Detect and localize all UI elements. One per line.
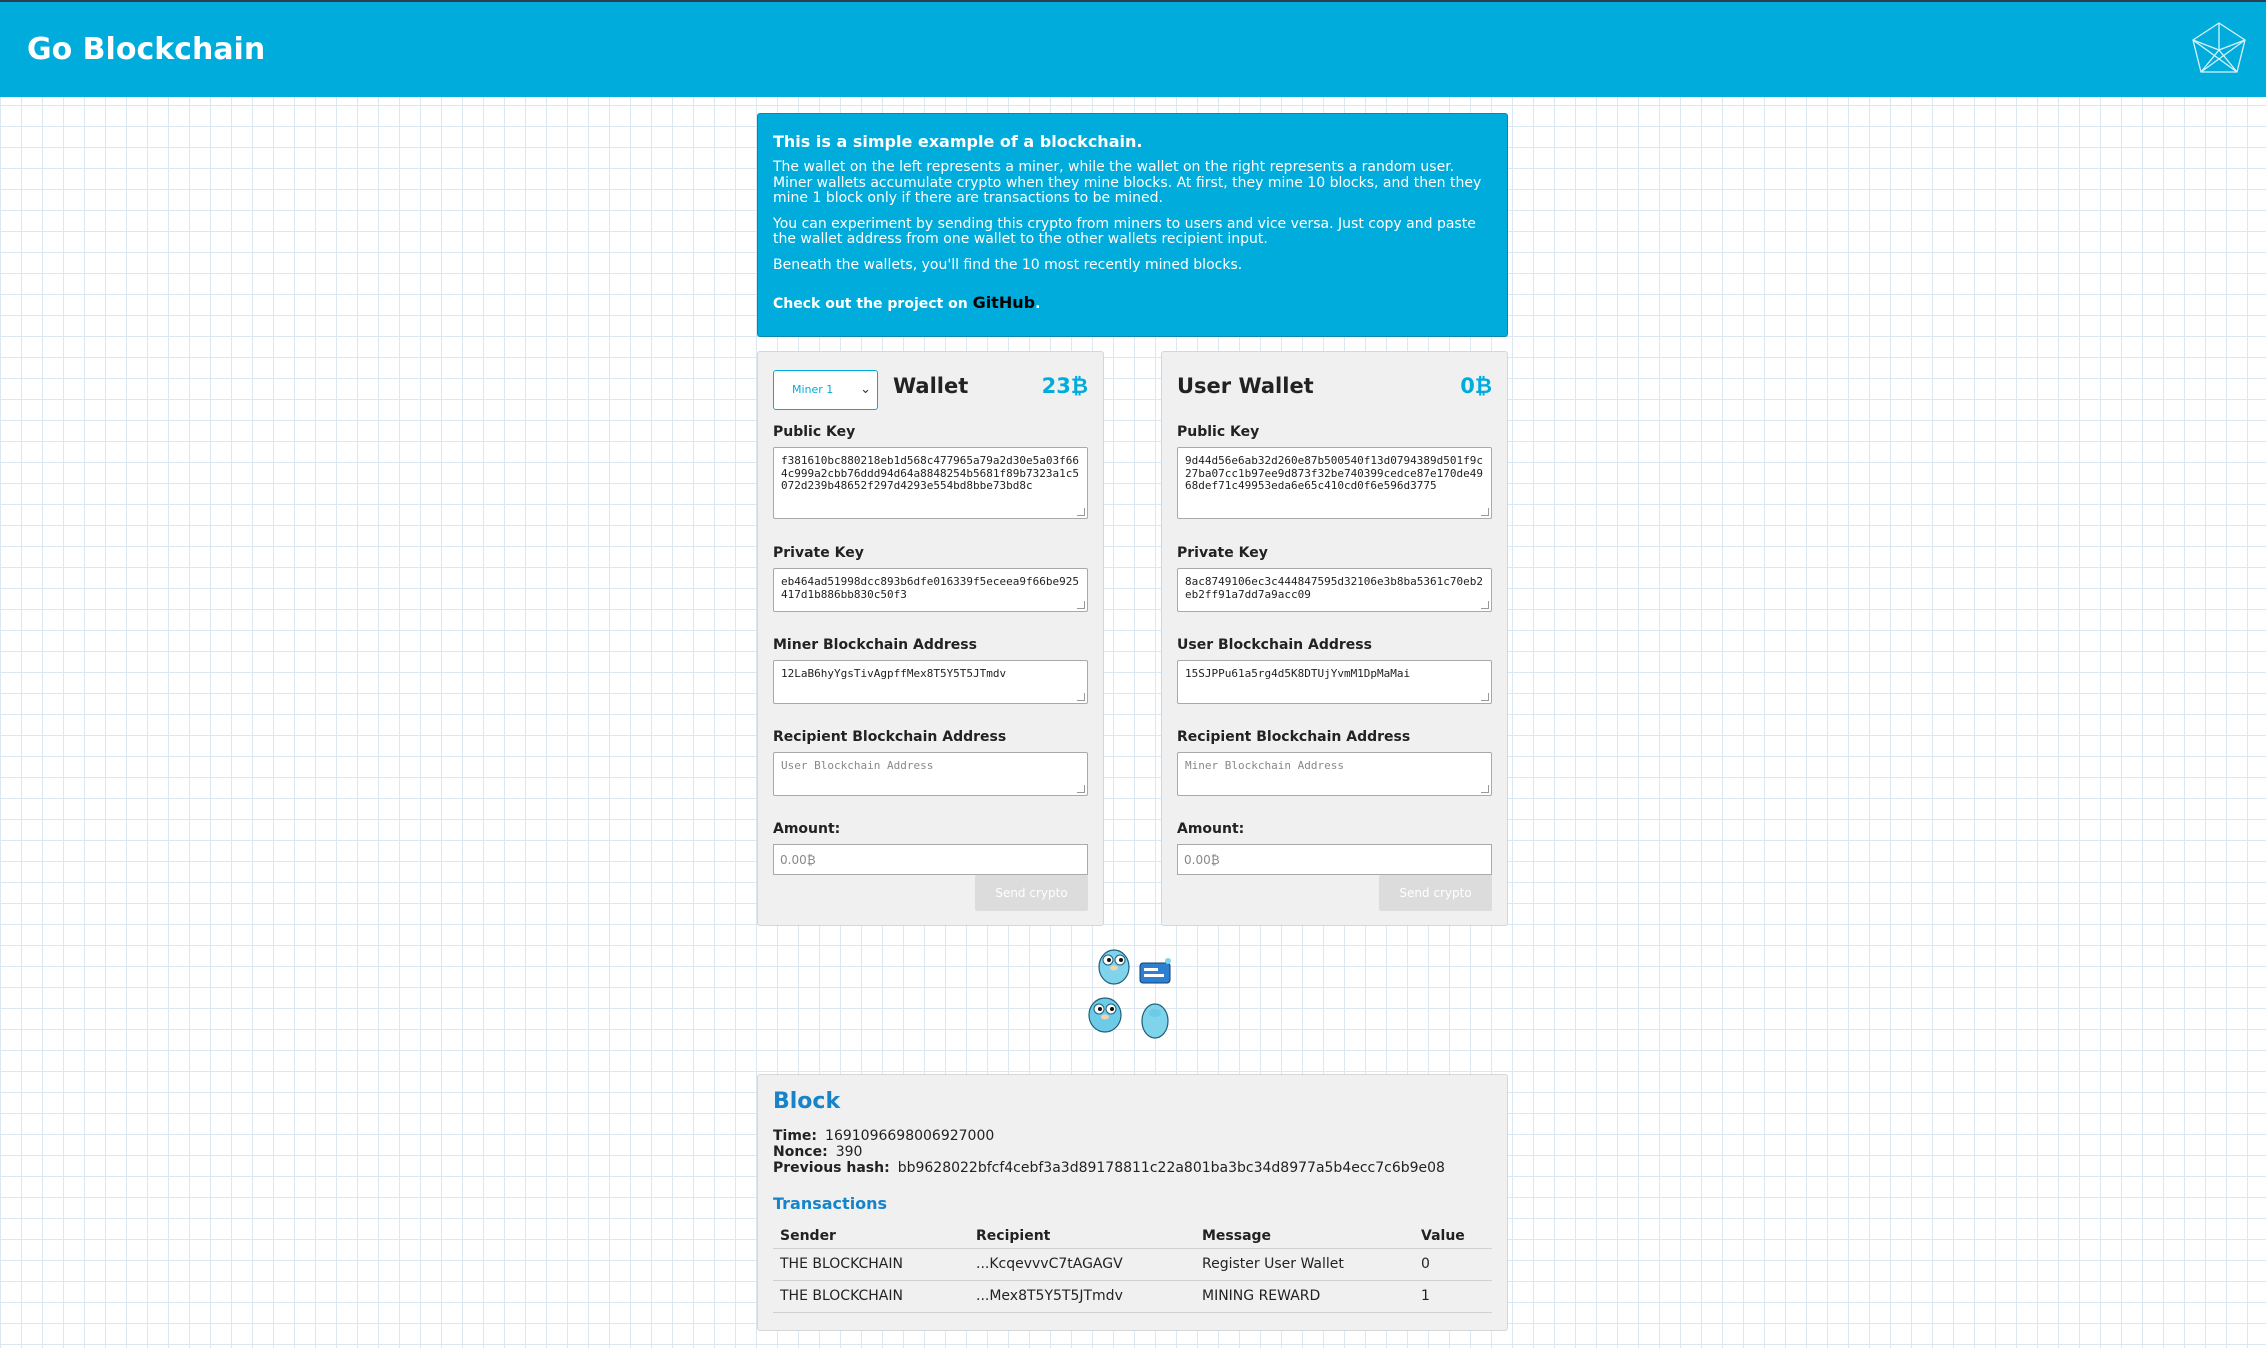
miner-wallet-balance: 23₿ xyxy=(1041,374,1088,398)
block-nonce-row: Nonce: 390 xyxy=(773,1144,1492,1160)
user-amount-field[interactable]: 0.00₿ xyxy=(1177,844,1492,875)
tx-sender: THE BLOCKCHAIN xyxy=(773,1280,969,1313)
miner-wallet-title: Wallet xyxy=(893,374,969,398)
user-public-key-field[interactable]: 9d44d56e6ab32d260e87b500540f13d0794389d5… xyxy=(1177,447,1492,519)
table-row: THE BLOCKCHAIN ...Mex8T5Y5T5JTmdv MINING… xyxy=(773,1280,1492,1313)
user-private-key-label: Private Key xyxy=(1177,545,1268,561)
user-private-key-field[interactable]: 8ac8749106ec3c444847595d32106e3b8ba5361c… xyxy=(1177,568,1492,612)
user-recipient-label: Recipient Blockchain Address xyxy=(1177,729,1411,745)
github-link[interactable]: GitHub xyxy=(973,293,1036,312)
miner-address-field[interactable]: 12LaB6hyYgsTivAgpffMex8T5Y5T5JTmdv xyxy=(773,660,1088,704)
block-title: Block xyxy=(773,1089,841,1114)
block-prev-hash-value: bb9628022bfcf4cebf3a3d89178811c22a801ba3… xyxy=(897,1160,1445,1176)
miner-selector[interactable]: Miner 1 ⌄ xyxy=(773,370,878,410)
miner-wallet-card: Miner 1 ⌄ Wallet 23₿ Public Key f381610b… xyxy=(757,351,1104,926)
tx-message: Register User Wallet xyxy=(1195,1248,1414,1281)
gopher-mascot-icon xyxy=(1088,949,1171,1039)
column-header-sender: Sender xyxy=(773,1225,969,1249)
brand-title[interactable]: Go Blockchain xyxy=(27,32,265,67)
miner-public-key-label: Public Key xyxy=(773,424,856,440)
intro-paragraph-2: You can experiment by sending this crypt… xyxy=(773,215,1476,247)
intro-panel: This is a simple example of a blockchain… xyxy=(757,113,1508,337)
miner-wallet-header: Miner 1 ⌄ Wallet 23₿ xyxy=(773,352,1088,424)
miner-recipient-field[interactable]: User Blockchain Address xyxy=(773,752,1088,796)
top-navbar: Go Blockchain xyxy=(0,0,2266,97)
block-prev-hash-row: Previous hash: bb9628022bfcf4cebf3a3d8917… xyxy=(773,1160,1492,1176)
tx-recipient: ...Mex8T5Y5T5JTmdv xyxy=(969,1280,1195,1313)
intro-paragraph-3: Beneath the wallets, you'll find the 10 … xyxy=(773,256,1243,273)
tx-message: MINING REWARD xyxy=(1195,1280,1414,1313)
user-address-label: User Blockchain Address xyxy=(1177,637,1372,653)
github-suffix: . xyxy=(1035,296,1041,312)
miner-private-key-label: Private Key xyxy=(773,545,864,561)
miner-recipient-label: Recipient Blockchain Address xyxy=(773,729,1007,745)
table-row: THE BLOCKCHAIN ...KcqevvvC7tAGAGV Regist… xyxy=(773,1248,1492,1281)
block-time-label: Time: xyxy=(773,1128,818,1144)
github-prefix: Check out the project on xyxy=(773,296,973,312)
cube-outline-icon xyxy=(2192,22,2246,73)
tx-value: 1 xyxy=(1414,1280,1492,1313)
column-header-message: Message xyxy=(1195,1225,1414,1249)
user-wallet-card: User Wallet 0₿ Public Key 9d44d56e6ab32d… xyxy=(1161,351,1508,926)
user-wallet-title: User Wallet xyxy=(1177,374,1314,398)
user-send-crypto-button[interactable]: Send crypto xyxy=(1379,875,1492,911)
transactions-title: Transactions xyxy=(773,1194,888,1213)
miner-private-key-field[interactable]: eb464ad51998dcc893b6dfe016339f5eceea9f66… xyxy=(773,568,1088,612)
user-public-key-label: Public Key xyxy=(1177,424,1260,440)
chevron-down-icon: ⌄ xyxy=(860,382,871,397)
user-wallet-balance: 0₿ xyxy=(1460,374,1492,398)
block-time-row: Time: 1691096698006927000 xyxy=(773,1128,1492,1144)
block-nonce-label: Nonce: xyxy=(773,1144,828,1160)
transactions-table: Sender Recipient Message Value THE BLOCK… xyxy=(773,1225,1492,1313)
tx-sender: THE BLOCKCHAIN xyxy=(773,1248,969,1281)
miner-selector-value: Miner 1 xyxy=(792,383,834,396)
block-card: Block Time: 1691096698006927000 Nonce: 390… xyxy=(757,1074,1508,1331)
user-amount-label: Amount: xyxy=(1177,821,1245,837)
user-wallet-header: User Wallet 0₿ xyxy=(1177,352,1492,424)
user-recipient-field[interactable]: Miner Blockchain Address xyxy=(1177,752,1492,796)
github-line: Check out the project on GitHub. xyxy=(773,295,1492,313)
column-header-recipient: Recipient xyxy=(969,1225,1195,1249)
miner-address-label: Miner Blockchain Address xyxy=(773,637,977,653)
intro-paragraph-1: The wallet on the left represents a mine… xyxy=(773,159,1482,206)
block-prev-hash-label: Previous hash: xyxy=(773,1160,890,1176)
user-address-field[interactable]: 15SJPPu61a5rg4d5K8DTUjYvmM1DpMaMai xyxy=(1177,660,1492,704)
tx-value: 0 xyxy=(1414,1248,1492,1281)
column-header-value: Value xyxy=(1414,1225,1492,1249)
tx-recipient: ...KcqevvvC7tAGAGV xyxy=(969,1248,1195,1281)
block-time-value: 1691096698006927000 xyxy=(825,1128,995,1144)
block-nonce-value: 390 xyxy=(835,1144,863,1160)
miner-public-key-field[interactable]: f381610bc880218eb1d568c477965a79a2d30e5a… xyxy=(773,447,1088,519)
miner-send-crypto-button[interactable]: Send crypto xyxy=(975,875,1088,911)
miner-amount-label: Amount: xyxy=(773,821,841,837)
table-header-row: Sender Recipient Message Value xyxy=(773,1225,1492,1249)
intro-heading: This is a simple example of a blockchain… xyxy=(773,132,1143,151)
miner-amount-field[interactable]: 0.00₿ xyxy=(773,844,1088,875)
